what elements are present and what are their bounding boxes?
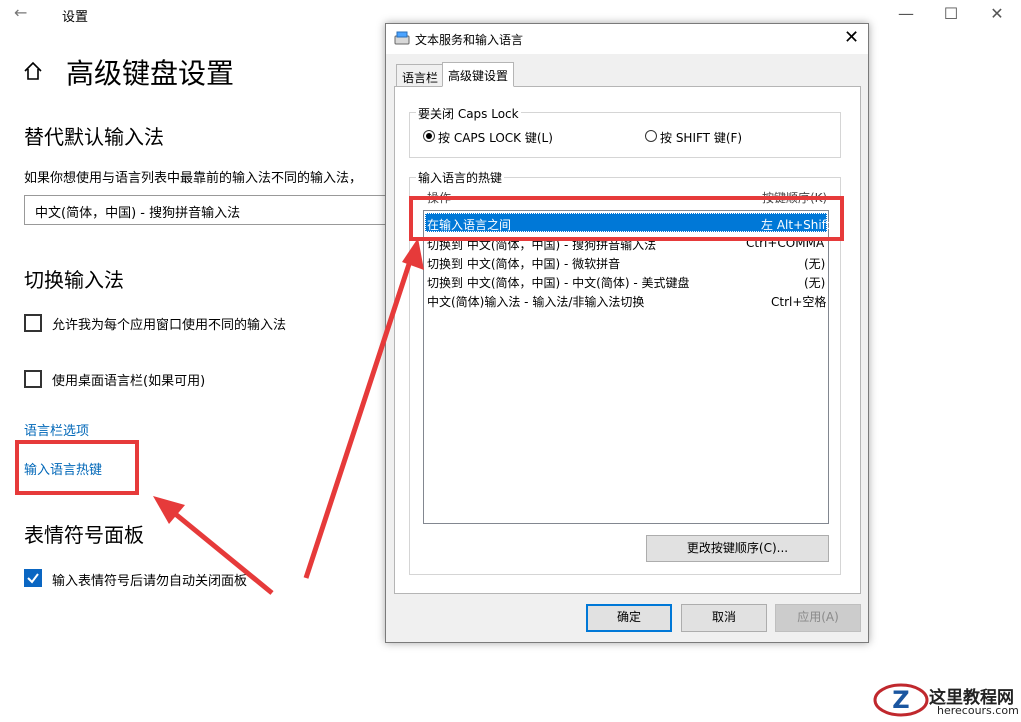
svg-text:Z: Z	[892, 686, 909, 714]
annotation-arrows	[153, 238, 424, 595]
arrow-to-link	[166, 506, 274, 595]
arrow-to-list	[303, 257, 414, 579]
arrow-head-list	[402, 238, 424, 270]
watermark-logo-icon: Z	[873, 683, 929, 717]
watermark-url: herecours.com	[937, 704, 1019, 717]
